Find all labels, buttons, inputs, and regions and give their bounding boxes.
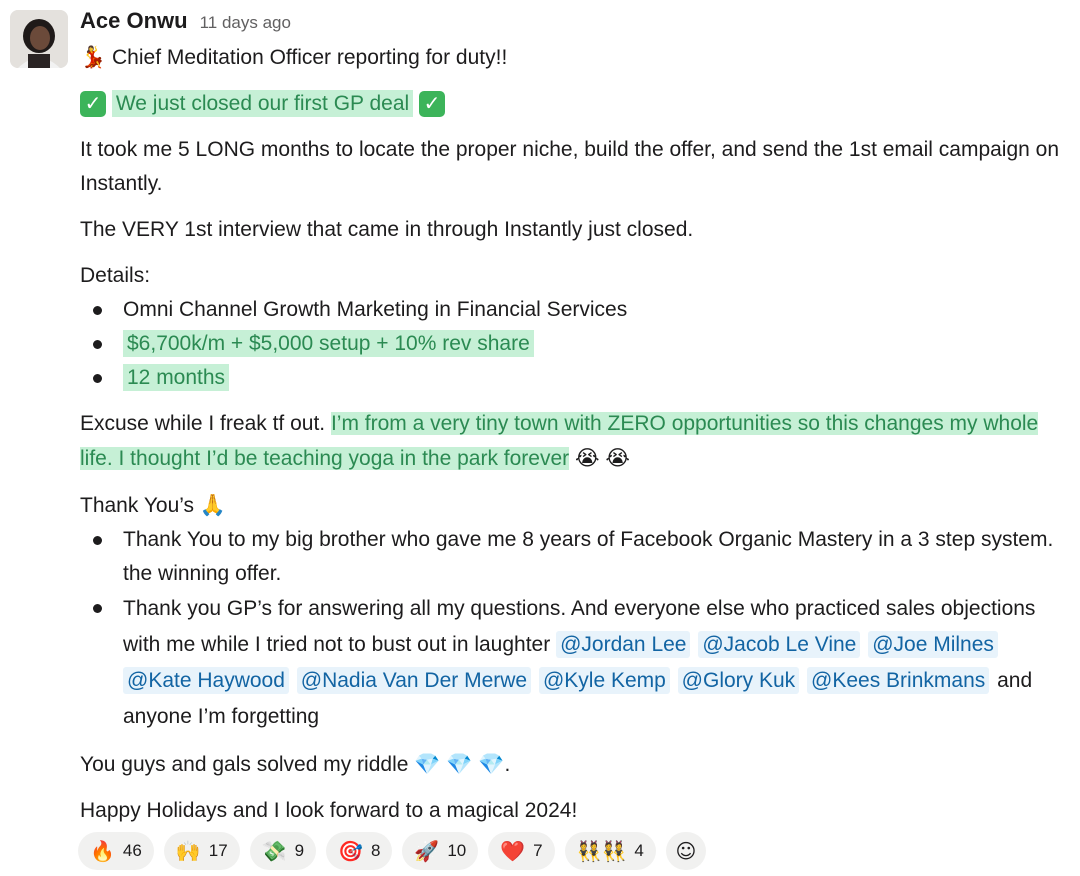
timestamp[interactable]: 11 days ago: [200, 13, 291, 33]
rocket-icon: 🚀: [414, 839, 440, 863]
thanks-label: Thank You’s: [80, 494, 195, 517]
list-item: $6,700k/m + $5,000 setup + 10% rev share: [93, 327, 1072, 361]
mention-link[interactable]: @Nadia Van Der Merwe: [296, 667, 532, 694]
reaction-rocket[interactable]: 🚀 10: [402, 832, 479, 870]
list-item: Thank you GP’s for answering all my ques…: [93, 591, 1072, 735]
paragraph-2: The VERY 1st interview that came in thro…: [80, 218, 694, 241]
mention-link[interactable]: @Jacob Le Vine: [698, 631, 861, 658]
thanks-label-line: Thank You’s 🙏: [80, 488, 1072, 523]
list-item: Omni Channel Growth Marketing in Financi…: [93, 293, 1072, 327]
list-item-text: 12 months: [123, 364, 230, 391]
check-icon: ✓: [80, 91, 106, 118]
dancer-icon: 💃: [80, 45, 107, 69]
reaction-count: 10: [447, 841, 467, 860]
closing-line: Happy Holidays and I look forward to a m…: [80, 799, 578, 822]
crying-icon: 😭: [575, 446, 600, 470]
mention-link[interactable]: @Kyle Kemp: [538, 667, 670, 694]
reaction-fire[interactable]: 🔥 46: [78, 832, 154, 870]
mention-link[interactable]: @Glory Kuk: [677, 667, 800, 694]
list-item-text: Omni Channel Growth Marketing in Financi…: [123, 298, 628, 321]
reaction-money[interactable]: 💸 9: [249, 832, 317, 870]
title-text: Chief Meditation Officer reporting for d…: [112, 46, 508, 69]
avatar-image: [10, 10, 68, 68]
avatar[interactable]: [10, 10, 68, 68]
reaction-count: 4: [634, 841, 644, 860]
message: Ace Onwu 11 days ago 💃 Chief Meditation …: [0, 0, 1080, 876]
details-label: Details:: [80, 264, 151, 287]
riddle-line: You guys and gals solved my riddle 💎 💎 💎…: [80, 747, 1072, 782]
excuse-paragraph: Excuse while I freak tf out. I’m from a …: [80, 407, 1072, 476]
riddle-end: .: [504, 753, 511, 776]
add-reaction-button[interactable]: ☺: [665, 832, 706, 870]
add-reaction-icon: ☺: [675, 839, 697, 863]
money-icon: 💸: [261, 839, 287, 863]
heart-icon: ❤️: [500, 839, 526, 863]
reaction-count: 7: [533, 841, 543, 860]
pray-icon: 🙏: [199, 493, 227, 517]
message-body: 💃 Chief Meditation Officer reporting for…: [80, 40, 1072, 828]
list-item-text: Thank You to my big brother who gave me …: [123, 528, 1054, 585]
dancers-icon: 👯👯: [576, 839, 627, 863]
reaction-dancers[interactable]: 👯👯 4: [564, 832, 656, 870]
reaction-count: 9: [294, 841, 305, 860]
raised-hands-icon: 🙌: [175, 839, 201, 863]
reactions-bar: 🔥 46 🙌 17 💸 9 🎯 8 🚀 10 ❤️ 7 👯👯 4 ☺: [78, 832, 706, 870]
check-icon: ✓: [419, 91, 446, 118]
target-icon: 🎯: [338, 839, 363, 863]
title-line: 💃 Chief Meditation Officer reporting for…: [80, 40, 1072, 75]
mention-link[interactable]: @Joe Milnes: [868, 631, 998, 658]
gem-icon: 💎: [446, 752, 473, 776]
message-header: Ace Onwu 11 days ago: [80, 8, 291, 36]
reaction-heart[interactable]: ❤️ 7: [488, 832, 555, 870]
reaction-raised-hands[interactable]: 🙌 17: [163, 832, 240, 870]
mention-link[interactable]: @Jordan Lee: [556, 631, 691, 658]
excuse-text: Excuse while I freak tf out.: [80, 412, 326, 435]
list-item: 12 months: [93, 361, 1072, 395]
gem-icon: 💎: [414, 752, 441, 776]
reaction-count: 17: [208, 841, 228, 860]
fire-icon: 🔥: [90, 839, 115, 863]
headline-line: ✓ We just closed our first GP deal ✓: [80, 87, 1072, 121]
author-name[interactable]: Ace Onwu: [80, 8, 188, 34]
mention-link[interactable]: @Kees Brinkmans: [807, 667, 990, 694]
mention-link[interactable]: @Kate Haywood: [123, 667, 289, 694]
riddle-text: You guys and gals solved my riddle: [80, 753, 409, 776]
gem-icon: 💎: [478, 752, 505, 776]
reaction-count: 8: [370, 841, 381, 860]
paragraph-1: It took me 5 LONG months to locate the p…: [80, 138, 1060, 195]
headline-highlight: We just closed our first GP deal: [111, 90, 414, 117]
reaction-count: 46: [122, 841, 142, 860]
thanks-list: Thank You to my big brother who gave me …: [80, 523, 1072, 735]
list-item-text: $6,700k/m + $5,000 setup + 10% rev share: [123, 330, 534, 357]
crying-icon: 😭: [605, 446, 630, 470]
details-list: Omni Channel Growth Marketing in Financi…: [80, 293, 1072, 395]
list-item: Thank You to my big brother who gave me …: [93, 523, 1072, 591]
reaction-target[interactable]: 🎯 8: [326, 832, 393, 870]
